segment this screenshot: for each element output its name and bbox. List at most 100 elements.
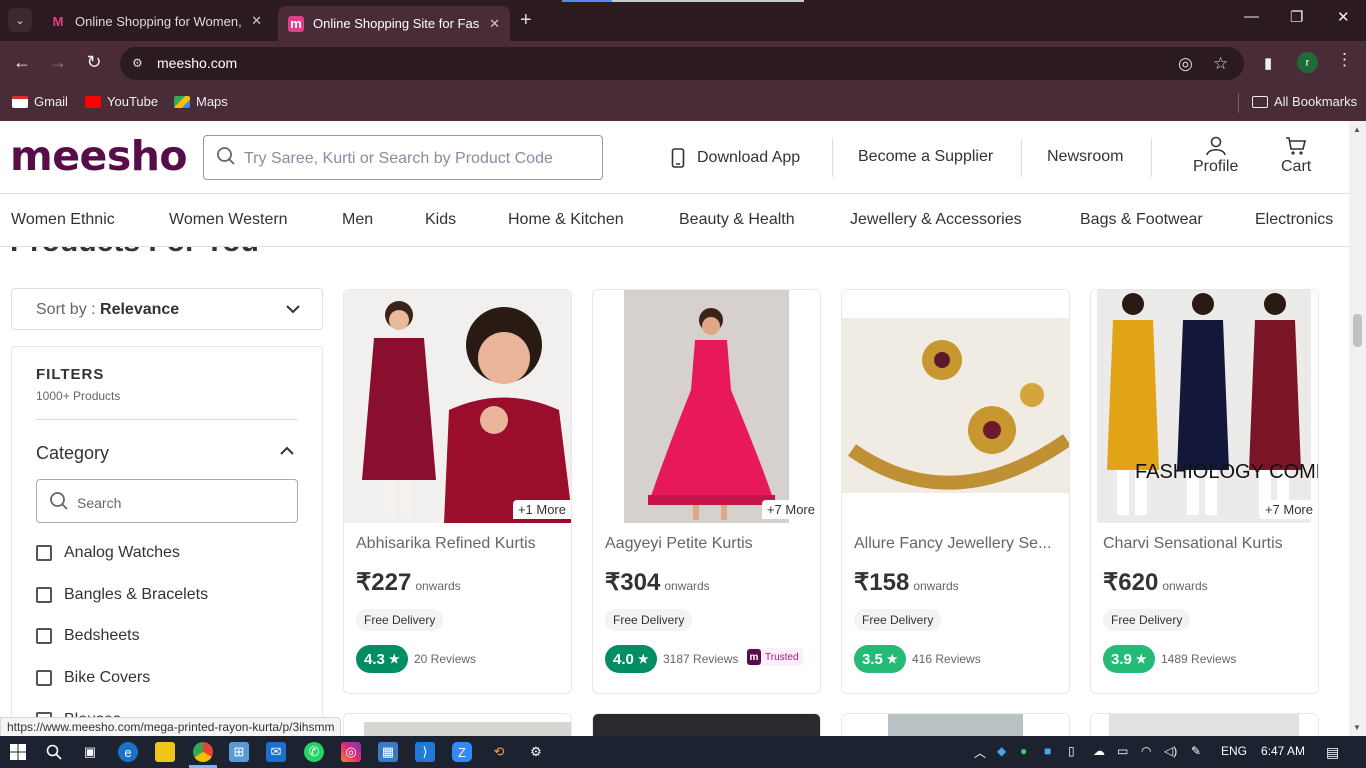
category-bags-footwear[interactable]: Bags & Footwear <box>1080 211 1203 229</box>
close-icon[interactable]: ✕ <box>251 13 262 29</box>
tab-meesho-2[interactable]: m Online Shopping Site for Fashio ✕ <box>278 6 510 41</box>
window-close-icon[interactable]: ✕ <box>1337 8 1350 26</box>
zoom-icon[interactable]: Z <box>452 742 472 762</box>
product-card[interactable]: +7 More Aagyeyi Petite Kurtis ₹304 onward… <box>592 289 821 694</box>
sort-dropdown[interactable]: Sort by : Relevance <box>11 288 323 330</box>
instagram-icon[interactable]: ◎ <box>341 742 361 762</box>
category-electronics[interactable]: Electronics <box>1255 211 1333 229</box>
tab-meesho-1[interactable]: M Online Shopping for Women, M ✕ <box>40 6 272 36</box>
become-supplier-link[interactable]: Become a Supplier <box>858 148 993 166</box>
scroll-down-icon[interactable]: ▼ <box>1353 723 1361 732</box>
photos-icon[interactable]: ▦ <box>378 742 398 762</box>
filter-bedsheets[interactable]: Bedsheets <box>36 627 140 645</box>
product-card[interactable] <box>841 713 1070 736</box>
bookmark-gmail[interactable]: Gmail <box>12 94 68 109</box>
product-image[interactable] <box>1109 714 1299 736</box>
category-women-western[interactable]: Women Western <box>169 211 288 229</box>
category-jewellery-accessories[interactable]: Jewellery & Accessories <box>850 211 1022 229</box>
defender-icon[interactable]: ◆ <box>997 744 1006 758</box>
product-search-input[interactable]: Try Saree, Kurti or Search by Product Co… <box>203 135 603 180</box>
more-variants[interactable]: +7 More <box>1259 500 1318 519</box>
onedrive-icon[interactable]: ☁ <box>1093 744 1105 758</box>
language-indicator[interactable]: ENG <box>1221 744 1247 758</box>
product-image[interactable] <box>593 290 821 523</box>
product-card[interactable]: FASHIOLOGY COMBO OF 3 +7 More Charvi Sen… <box>1090 289 1319 694</box>
back-icon[interactable]: ← <box>11 52 33 73</box>
task-view-icon[interactable]: ▣ <box>80 742 100 762</box>
close-icon[interactable]: ✕ <box>489 16 500 32</box>
more-variants[interactable]: +1 More <box>512 500 571 519</box>
chrome-icon[interactable] <box>193 742 213 762</box>
all-bookmarks[interactable]: All Bookmarks <box>1252 94 1357 109</box>
side-panel-icon[interactable]: ▮ <box>1264 54 1272 72</box>
scroll-up-icon[interactable]: ▲ <box>1353 125 1361 134</box>
product-name[interactable]: Abhisarika Refined Kurtis <box>356 535 561 553</box>
wifi-icon[interactable]: ◠ <box>1141 744 1151 758</box>
category-beauty-health[interactable]: Beauty & Health <box>679 211 795 229</box>
product-card[interactable]: Allure Fancy Jewellery Se... ₹158 onwards… <box>841 289 1070 694</box>
address-bar[interactable]: ⚙ meesho.com ◎ ☆ <box>120 47 1244 80</box>
reload-icon[interactable]: ↻ <box>83 52 105 73</box>
mail-icon[interactable]: ✉ <box>266 742 286 762</box>
filter-analog-watches[interactable]: Analog Watches <box>36 544 180 562</box>
settings-gear-icon[interactable]: ⚙ <box>526 742 546 762</box>
pen-icon[interactable]: ✎ <box>1191 744 1201 758</box>
checkbox[interactable] <box>36 670 52 686</box>
store-icon[interactable]: ⊞ <box>229 742 249 762</box>
category-home-kitchen[interactable]: Home & Kitchen <box>508 211 624 229</box>
site-settings-icon[interactable]: ⚙ <box>132 56 148 70</box>
bookmark-star-icon[interactable]: ☆ <box>1213 54 1228 74</box>
more-menu-icon[interactable]: ⋮ <box>1336 50 1353 70</box>
minimize-icon[interactable]: — <box>1244 8 1259 25</box>
notifications-icon[interactable]: ▤ <box>1326 744 1339 761</box>
product-name[interactable]: Allure Fancy Jewellery Se... <box>854 535 1059 553</box>
product-name[interactable]: Aagyeyi Petite Kurtis <box>605 535 810 553</box>
scrollbar-thumb[interactable] <box>1353 314 1362 347</box>
tab-search-icon[interactable]: ⌄ <box>8 8 32 32</box>
clock[interactable]: 6:47 AM <box>1261 744 1305 758</box>
edge-icon[interactable]: e <box>118 742 138 762</box>
category-women-ethnic[interactable]: Women Ethnic <box>11 211 115 229</box>
device-icon[interactable]: ▯ <box>1068 744 1075 758</box>
whatsapp-icon[interactable]: ✆ <box>304 742 324 762</box>
product-card[interactable] <box>592 713 821 736</box>
product-card[interactable] <box>1090 713 1319 736</box>
status-check-icon[interactable]: ● <box>1020 744 1027 758</box>
category-search-input[interactable]: Search <box>36 479 298 523</box>
checkbox[interactable] <box>36 545 52 561</box>
tray-chevron-icon[interactable]: ︿ <box>974 744 986 761</box>
product-image[interactable] <box>842 290 1070 523</box>
volume-icon[interactable]: ◁) <box>1164 744 1177 758</box>
product-image[interactable] <box>364 722 571 736</box>
profile-button[interactable]: Profile <box>1193 136 1238 176</box>
git-icon[interactable]: ⟲ <box>489 742 509 762</box>
cart-button[interactable]: Cart <box>1281 136 1311 176</box>
restore-icon[interactable]: ❐ <box>1290 8 1303 26</box>
meesho-logo[interactable]: meesho <box>10 132 188 180</box>
product-image[interactable] <box>344 290 572 523</box>
filter-bike-covers[interactable]: Bike Covers <box>36 669 150 687</box>
file-explorer-icon[interactable] <box>155 742 175 762</box>
battery-icon[interactable]: ▭ <box>1117 744 1128 758</box>
more-variants[interactable]: +7 More <box>761 500 820 519</box>
category-men[interactable]: Men <box>342 211 373 229</box>
checkbox[interactable] <box>36 628 52 644</box>
product-card[interactable] <box>343 713 572 736</box>
forward-icon[interactable]: → <box>47 52 69 73</box>
vscode-icon[interactable]: ⟩ <box>415 742 435 762</box>
filter-bangles-bracelets[interactable]: Bangles & Bracelets <box>36 586 208 604</box>
checkbox[interactable] <box>36 587 52 603</box>
product-image[interactable]: FASHIOLOGY COMBO OF 3 <box>1091 290 1319 523</box>
windows-start-icon[interactable] <box>8 742 28 762</box>
url-text[interactable]: meesho.com <box>157 55 237 71</box>
bookmark-maps[interactable]: Maps <box>174 94 228 109</box>
bookmark-youtube[interactable]: YouTube <box>85 94 158 109</box>
category-kids[interactable]: Kids <box>425 211 456 229</box>
product-image[interactable] <box>888 714 1023 736</box>
eye-off-icon[interactable]: ◎ <box>1178 54 1193 74</box>
product-card[interactable]: +1 More Abhisarika Refined Kurtis ₹227 on… <box>343 289 572 694</box>
download-app-link[interactable]: Download App <box>671 148 800 168</box>
app-tray-icon[interactable]: ■ <box>1044 744 1051 758</box>
profile-avatar[interactable]: r <box>1297 52 1318 73</box>
search-icon[interactable] <box>44 742 64 762</box>
